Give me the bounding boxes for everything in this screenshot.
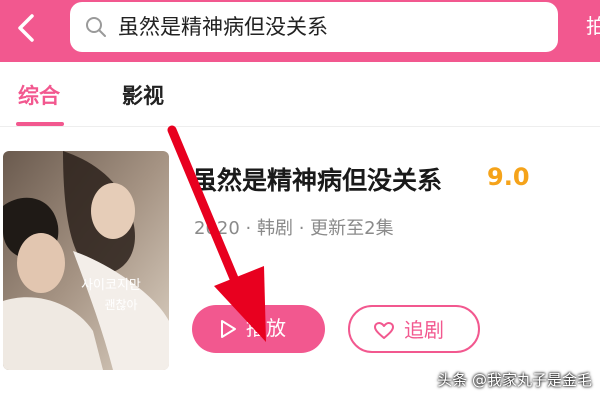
tab-video[interactable]: 影视	[122, 80, 164, 110]
drama-title[interactable]: 虽然是精神病但没关系	[192, 161, 442, 197]
chevron-left-icon	[18, 14, 34, 42]
back-button[interactable]	[8, 8, 44, 48]
drama-meta: 2020 · 韩剧 · 更新至2集	[194, 218, 394, 239]
tab-all[interactable]: 综合	[18, 80, 60, 110]
top-bar: 虽然是精神病但没关系 拍	[0, 0, 600, 62]
topbar-action[interactable]: 拍	[586, 0, 600, 52]
follow-button-label: 追剧	[404, 318, 444, 342]
play-button[interactable]: 播放	[192, 305, 325, 353]
poster-title-text-2: 괜찮아	[104, 298, 137, 312]
heart-icon	[374, 322, 394, 339]
active-tab-indicator	[16, 122, 64, 126]
search-icon	[86, 17, 106, 37]
drama-rating: 9.0	[487, 163, 530, 191]
watermark: 头条 @我家丸子是金毛	[437, 371, 592, 389]
drama-poster[interactable]: 사이코지만 괜찮아	[3, 151, 169, 370]
search-input[interactable]: 虽然是精神病但没关系	[70, 2, 558, 52]
poster-title-text: 사이코지만	[81, 278, 141, 293]
follow-button[interactable]: 追剧	[348, 305, 480, 353]
play-button-label: 播放	[246, 316, 286, 340]
search-query: 虽然是精神病但没关系	[118, 15, 328, 39]
play-icon	[221, 320, 236, 338]
tab-bar: 综合 影视	[0, 62, 600, 127]
poster-image: 사이코지만 괜찮아	[3, 151, 169, 370]
